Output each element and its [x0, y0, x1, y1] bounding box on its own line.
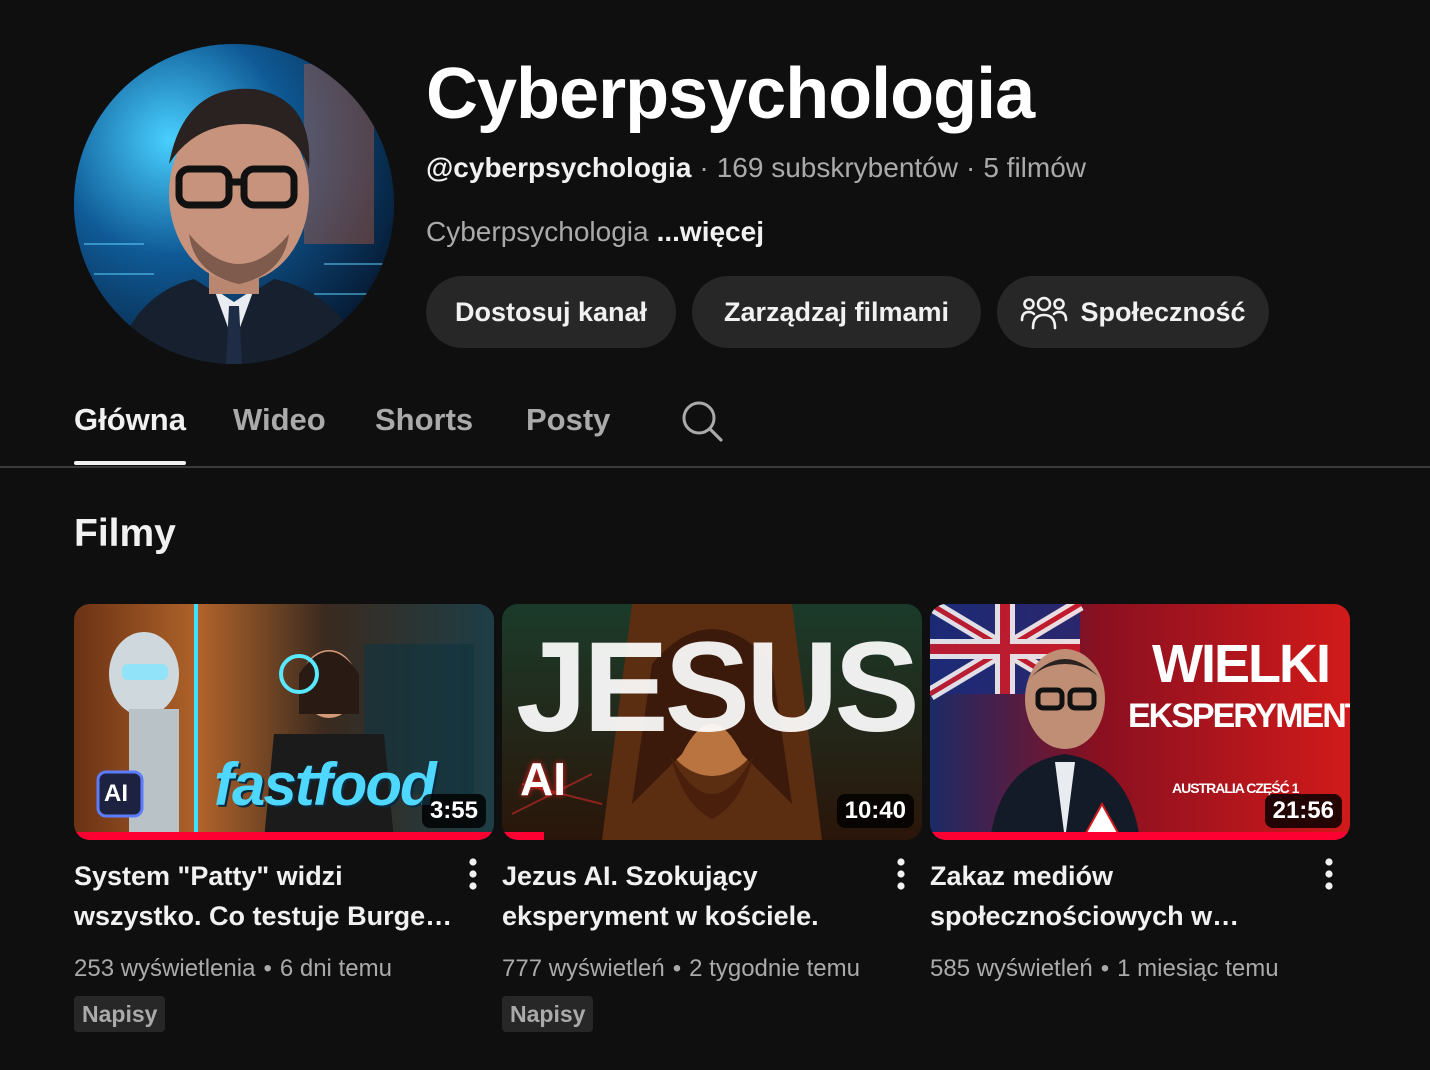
tab-shorts[interactable]: Shorts: [375, 395, 473, 465]
channel-page: Cyberpsychologia @cyberpsychologia · 169 s…: [0, 0, 1430, 1070]
community-button[interactable]: Społeczność: [997, 276, 1269, 348]
stats-separator: •: [672, 955, 682, 982]
thumbnail-heading: WIELKI: [1152, 634, 1331, 694]
channel-tabs: Główna Wideo Shorts Posty: [74, 395, 1430, 465]
stats-separator: •: [263, 955, 272, 982]
watch-progress-bar: [74, 832, 494, 840]
more-options-icon[interactable]: [462, 854, 484, 894]
video-title[interactable]: Zakaz mediów społecznościowych w Austral…: [930, 856, 1310, 936]
meta-separator: ·: [965, 152, 976, 183]
upload-age: 1 miesiąc temu: [1117, 955, 1279, 982]
view-count: 585 wyświetleń: [930, 955, 1093, 982]
manage-videos-label: Zarządzaj filmami: [723, 296, 950, 327]
video-stats: 777 wyświetleń • 2 tygodnie temu: [502, 952, 860, 986]
more-link[interactable]: ...więcej: [657, 216, 764, 247]
channel-handle: @cyberpsychologia: [426, 152, 692, 183]
watch-progress-bar: [930, 832, 1350, 840]
stats-separator: •: [1100, 955, 1110, 982]
channel-description[interactable]: Cyberpsychologia ...więcej: [426, 214, 764, 250]
customize-channel-button[interactable]: Dostosuj kanał: [426, 276, 676, 348]
thumbnail-ai-badge: AI: [104, 780, 128, 807]
meta-separator: ·: [699, 152, 709, 183]
tabs-divider: [0, 466, 1430, 468]
thumbnail-subtext: AI: [520, 753, 566, 805]
video-duration: 10:40: [836, 794, 914, 828]
channel-meta: @cyberpsychologia · 169 subskrybentów · 5 fi…: [426, 150, 1086, 186]
channel-name: Cyberpsychologia: [426, 54, 1035, 134]
tab-home[interactable]: Główna: [74, 395, 186, 465]
upload-age: 2 tygodnie temu: [689, 955, 860, 982]
video-duration: 21:56: [1264, 794, 1342, 828]
video-count: 5 filmów: [983, 152, 1087, 183]
view-count: 777 wyświetleń: [502, 955, 665, 982]
thumbnail-text: JESUS: [516, 616, 920, 759]
section-title: Filmy: [74, 512, 176, 555]
video-thumbnail[interactable]: AI fastfood 3:55: [74, 604, 494, 840]
video-stats: 585 wyświetleń • 1 miesiąc temu: [930, 952, 1279, 986]
subscriber-count: 169 subskrybentów: [716, 152, 958, 183]
thumbnail-subheading: EKSPERYMENT: [1128, 697, 1350, 735]
video-card: JESUS AI 10:40 Jezus AI. Szokujący ekspe…: [502, 604, 922, 1032]
upload-age: 6 dni temu: [279, 955, 392, 982]
video-thumbnail[interactable]: JESUS AI 10:40: [502, 604, 922, 840]
more-options-icon[interactable]: [890, 854, 912, 894]
watch-progress-bar: [502, 832, 544, 840]
video-title[interactable]: System "Patty" widzi wszystko. Co testuj…: [74, 856, 454, 936]
captions-badge: Napisy: [502, 996, 594, 1032]
video-card: WIELKI EKSPERYMENT AUSTRALIA CZĘŚĆ 1 21:…: [930, 604, 1350, 982]
video-duration: 3:55: [421, 794, 486, 828]
avatar-portrait-graphic: [74, 44, 394, 364]
video-thumbnail[interactable]: WIELKI EKSPERYMENT AUSTRALIA CZĘŚĆ 1 21:…: [930, 604, 1350, 840]
manage-videos-button[interactable]: Zarządzaj filmami: [692, 276, 981, 348]
video-card: AI fastfood 3:55 System "Patty" widzi ws…: [74, 604, 494, 1032]
video-title[interactable]: Jezus AI. Szokujący eksperyment w koście…: [502, 856, 882, 936]
community-label: Społeczność: [1080, 296, 1246, 327]
customize-channel-label: Dostosuj kanał: [454, 296, 648, 327]
tab-videos[interactable]: Wideo: [233, 395, 326, 465]
community-icon: [1021, 296, 1068, 330]
description-text: Cyberpsychologia: [426, 216, 649, 247]
tab-posts[interactable]: Posty: [526, 395, 610, 465]
channel-avatar[interactable]: [74, 44, 394, 364]
video-stats: 253 wyświetlenia • 6 dni temu: [74, 952, 392, 986]
search-icon[interactable]: [680, 399, 724, 443]
more-options-icon[interactable]: [1318, 854, 1340, 894]
view-count: 253 wyświetlenia: [74, 955, 256, 982]
captions-badge: Napisy: [74, 996, 166, 1032]
thumbnail-text: fastfood: [214, 751, 437, 818]
